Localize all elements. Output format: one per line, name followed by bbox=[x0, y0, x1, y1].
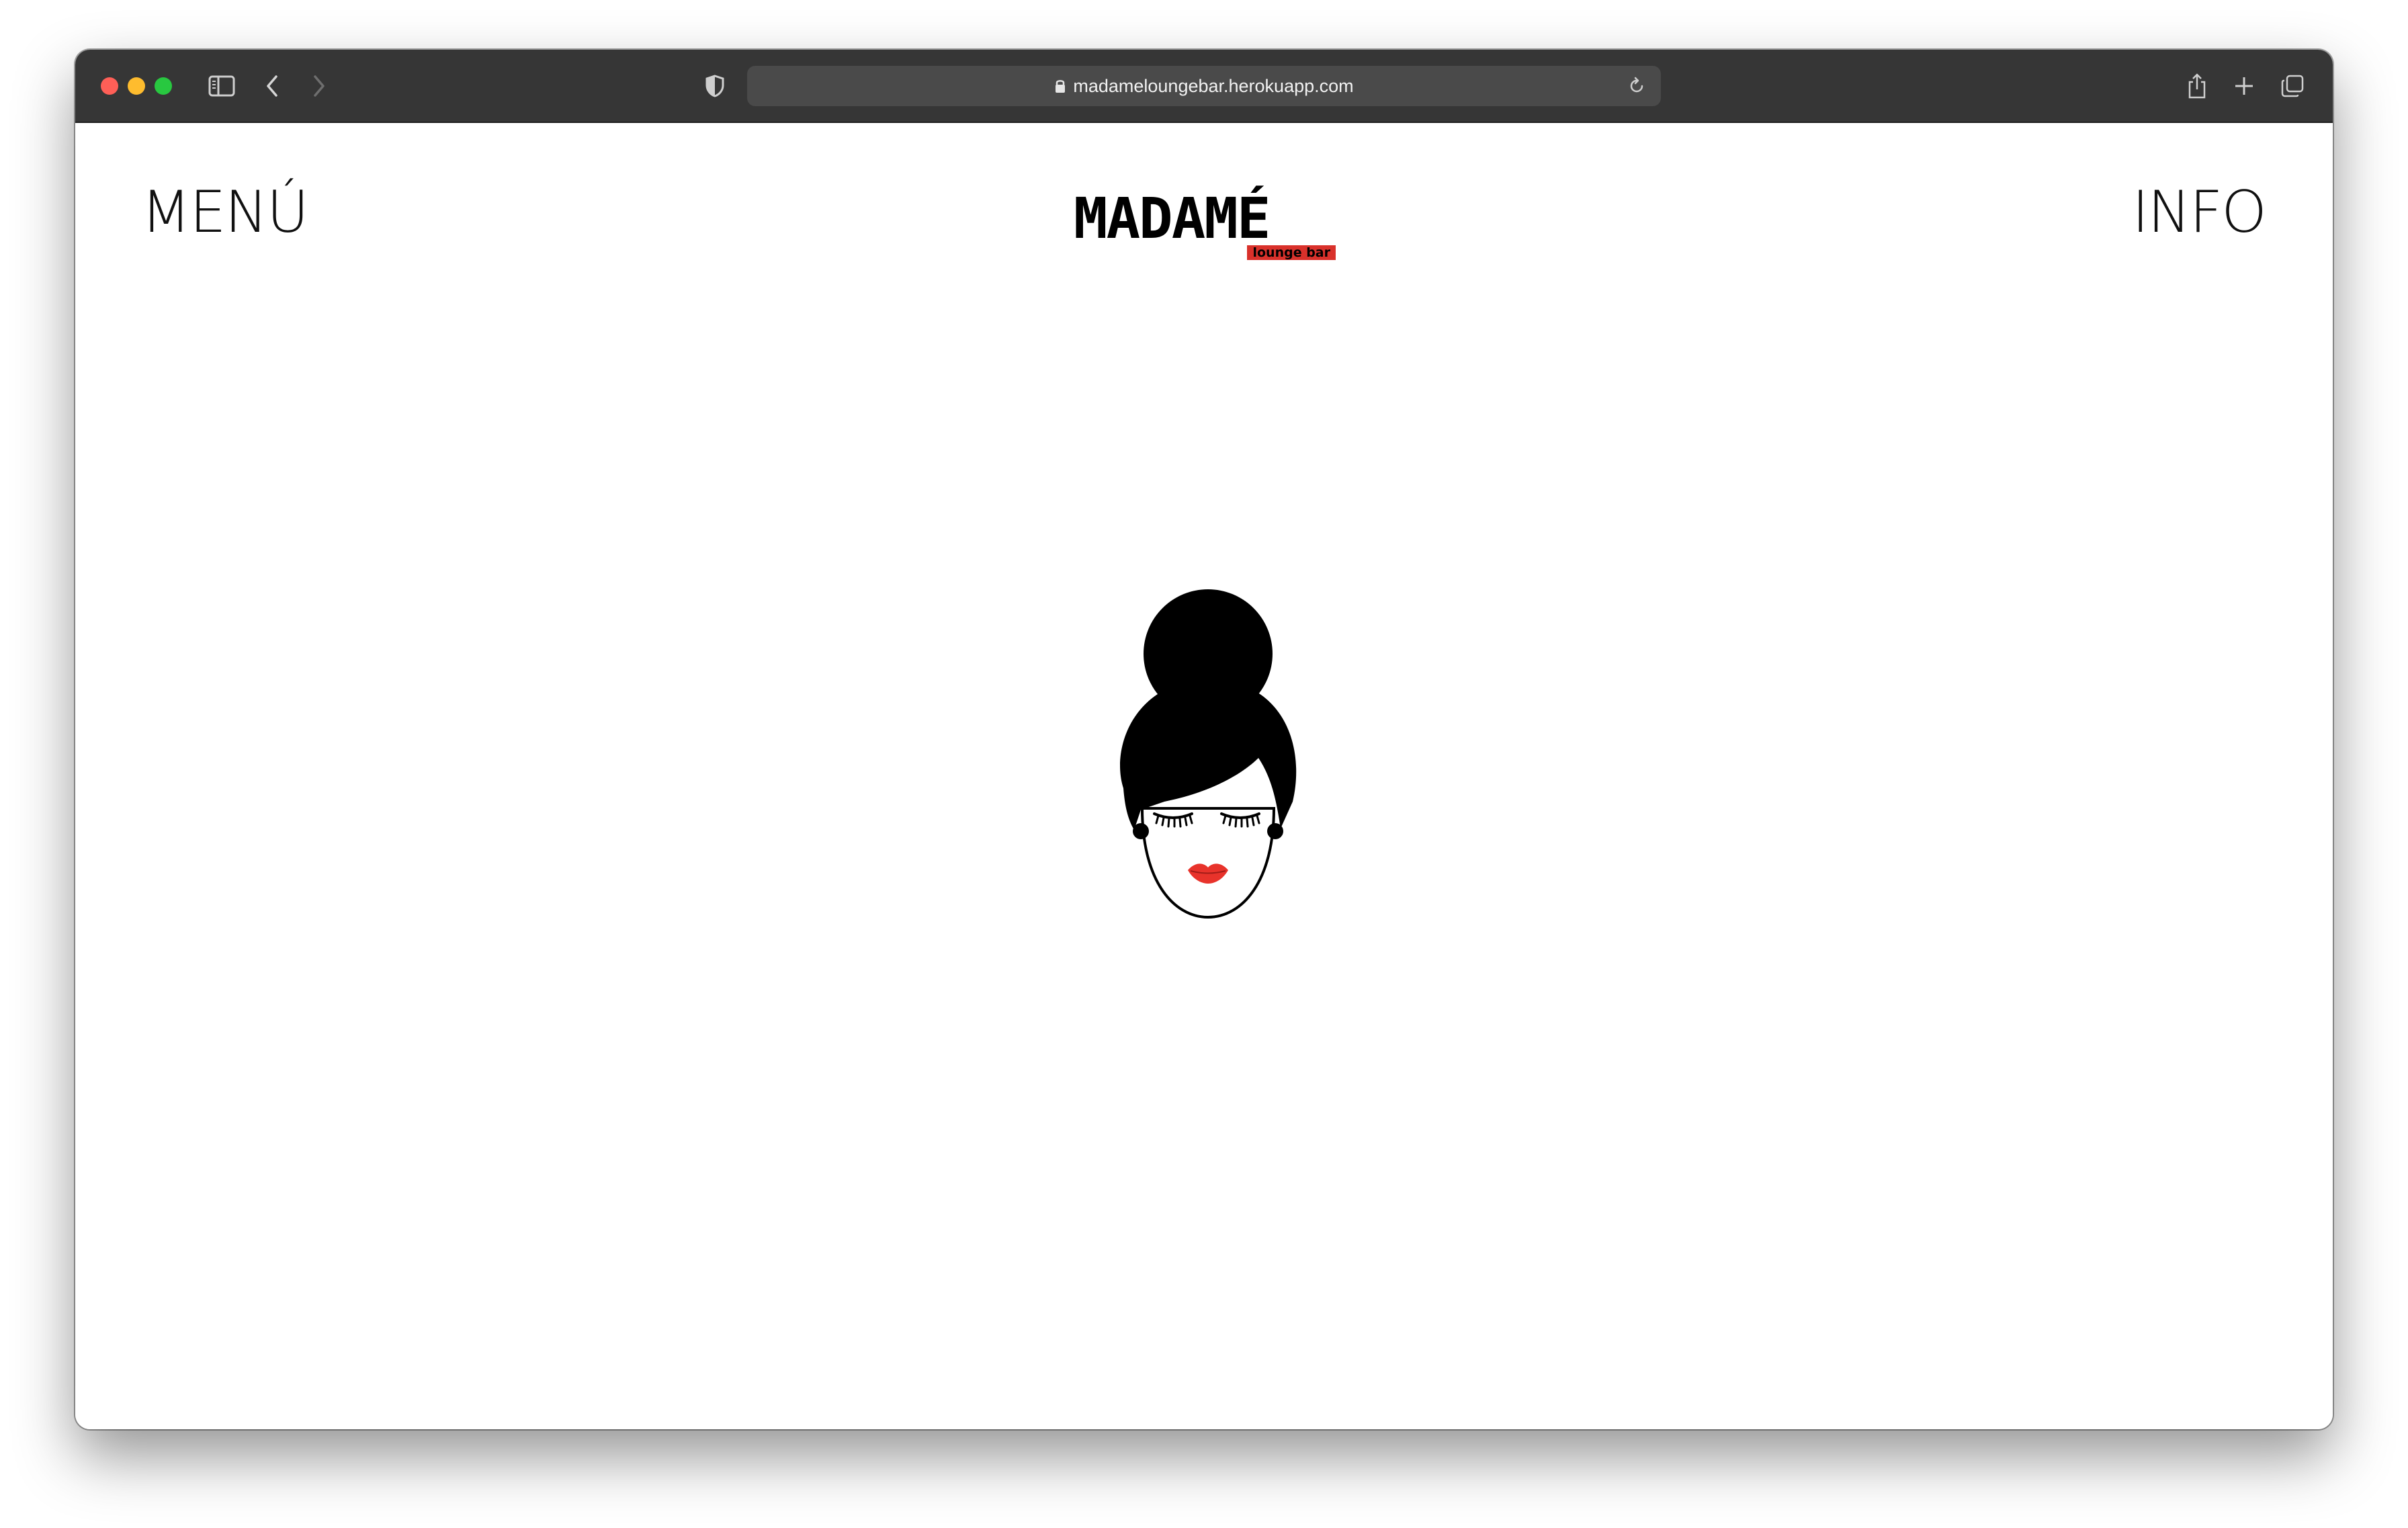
browser-window: madameloungebar.herokuapp.com MENÚ MADAM… bbox=[75, 50, 2333, 1429]
close-window-button[interactable] bbox=[101, 77, 118, 95]
page-content: MENÚ MADAMÉ lounge bar INFO bbox=[75, 123, 2333, 1429]
lock-icon bbox=[1054, 67, 1066, 108]
logo-wordmark: MADAMÉ bbox=[1074, 185, 1271, 251]
chevron-left-icon[interactable] bbox=[254, 67, 292, 105]
url-text: madameloungebar.herokuapp.com bbox=[1073, 76, 1354, 96]
address-text: madameloungebar.herokuapp.com bbox=[747, 66, 1661, 106]
logo-tagline: lounge bar bbox=[1247, 245, 1336, 260]
maximize-window-button[interactable] bbox=[155, 77, 172, 95]
browser-toolbar: madameloungebar.herokuapp.com bbox=[75, 50, 2333, 123]
address-bar[interactable]: madameloungebar.herokuapp.com bbox=[747, 66, 1661, 106]
info-link[interactable]: INFO bbox=[2132, 183, 2267, 241]
menu-link[interactable]: MENÚ bbox=[141, 183, 309, 241]
shield-icon[interactable] bbox=[696, 67, 734, 105]
reload-icon[interactable] bbox=[1618, 67, 1656, 105]
sidebar-icon[interactable] bbox=[203, 67, 241, 105]
plus-icon[interactable] bbox=[2225, 67, 2263, 105]
tabs-overview-icon[interactable] bbox=[2274, 67, 2311, 105]
madame-face-illustration bbox=[1107, 587, 1309, 923]
share-icon[interactable] bbox=[2178, 67, 2216, 105]
chevron-right-icon[interactable] bbox=[300, 67, 337, 105]
madame-logo[interactable]: MADAMÉ lounge bar bbox=[1074, 190, 1336, 264]
minimize-window-button[interactable] bbox=[128, 77, 145, 95]
